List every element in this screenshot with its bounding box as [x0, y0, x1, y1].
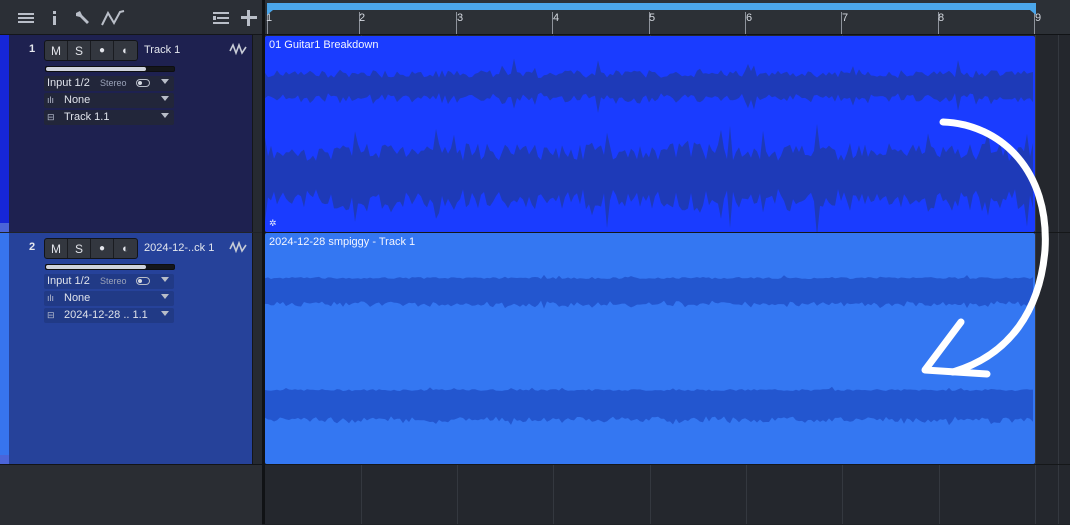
bar-number: 7	[842, 12, 849, 24]
chevron-down-icon[interactable]	[161, 277, 169, 282]
clip-gear-icon[interactable]: ✲	[269, 218, 277, 229]
insert-label: None	[64, 94, 91, 106]
list-icon[interactable]	[17, 9, 35, 27]
input-label: Input 1/2	[47, 77, 90, 89]
track-color-stripe[interactable]	[0, 233, 9, 464]
expand-automation-icon[interactable]	[0, 455, 9, 464]
waveform-band	[265, 58, 1033, 113]
loop-end-marker[interactable]	[1030, 10, 1036, 15]
solo-button[interactable]: S	[68, 239, 91, 258]
monitor-button[interactable]: ◐	[114, 239, 137, 258]
input-label: Input 1/2	[47, 275, 90, 287]
clip-title: 2024-12-28 smpiggy - Track 1	[269, 236, 416, 248]
empty-track-area[interactable]	[0, 464, 262, 525]
bar-number: 2	[359, 12, 366, 24]
expand-automation-icon[interactable]	[0, 223, 9, 232]
track-button-group: M S ● ◐	[44, 238, 138, 259]
volume-fader[interactable]	[45, 264, 175, 270]
insert-icon: ılı	[47, 293, 55, 303]
track-toolbar	[0, 0, 262, 35]
chevron-down-icon[interactable]	[161, 113, 169, 118]
bar-number: 4	[553, 12, 560, 24]
chevron-down-icon[interactable]	[161, 294, 169, 299]
record-arm-button[interactable]: ●	[91, 41, 114, 60]
bar-number: 6	[746, 12, 753, 24]
stereo-toggle[interactable]	[136, 79, 150, 87]
track-name[interactable]: Track 1	[144, 44, 180, 56]
waveform-band	[265, 386, 1033, 426]
track-header-1[interactable]: 1 M S ● ◐ Track 1 Input 1/2 Stereo ılı N…	[0, 35, 262, 232]
chevron-down-icon[interactable]	[161, 96, 169, 101]
track-number: 2	[29, 241, 36, 253]
stereo-label: Stereo	[100, 78, 127, 88]
insert-icon: ılı	[47, 95, 55, 105]
automation-icon[interactable]	[100, 9, 126, 27]
clip-title: 01 Guitar1 Breakdown	[269, 39, 379, 51]
track-color-stripe[interactable]	[0, 35, 9, 232]
waveform-icon[interactable]	[229, 43, 247, 55]
waveform-icon[interactable]	[229, 241, 247, 253]
output-select[interactable]: ⊟ Track 1.1	[44, 110, 174, 125]
monitor-button[interactable]: ◐	[114, 41, 137, 60]
solo-button[interactable]: S	[68, 41, 91, 60]
track-button-group: M S ● ◐	[44, 40, 138, 61]
track-controls: 1 M S ● ◐ Track 1 Input 1/2 Stereo ılı N…	[20, 35, 253, 232]
add-icon[interactable]	[240, 9, 258, 27]
insert-select[interactable]: ılı None	[44, 93, 174, 108]
lane-separator	[265, 464, 1070, 465]
mute-button[interactable]: M	[45, 41, 68, 60]
track-list-icon[interactable]	[212, 9, 230, 27]
track-header-2[interactable]: 2 M S ● ◐ 2024-12-..ck 1 Input 1/2 Stere…	[0, 233, 262, 464]
input-select[interactable]: Input 1/2 Stereo	[44, 76, 174, 91]
volume-fader-fill	[46, 265, 146, 269]
bar-number: 3	[457, 12, 464, 24]
wrench-icon[interactable]	[73, 9, 91, 27]
chevron-down-icon[interactable]	[161, 311, 169, 316]
bar-number: 8	[938, 12, 945, 24]
insert-select[interactable]: ılı None	[44, 291, 174, 306]
track-number: 1	[29, 43, 36, 55]
track-list: 1 M S ● ◐ Track 1 Input 1/2 Stereo ılı N…	[0, 35, 262, 464]
output-label: Track 1.1	[64, 111, 110, 123]
volume-fader-fill	[46, 67, 146, 71]
stereo-label: Stereo	[100, 276, 127, 286]
loop-start-marker[interactable]	[267, 10, 273, 15]
input-select[interactable]: Input 1/2 Stereo	[44, 274, 174, 289]
output-select[interactable]: ⊟ 2024-12-28 .. 1.1	[44, 308, 174, 323]
output-icon: ⊟	[47, 310, 55, 320]
track-name[interactable]: 2024-12-..ck 1	[144, 242, 214, 254]
annotation-arrow	[921, 118, 1049, 378]
volume-fader[interactable]	[45, 66, 175, 72]
output-icon: ⊟	[47, 112, 55, 122]
track-resize-strip[interactable]	[252, 233, 262, 464]
mute-button[interactable]: M	[45, 239, 68, 258]
loop-range-bar[interactable]	[267, 3, 1036, 10]
arrange-view[interactable]: 01 Guitar1 Breakdown ✲ 2024-12-28 smpigg…	[265, 35, 1070, 524]
record-arm-button[interactable]: ●	[91, 239, 114, 258]
chevron-down-icon[interactable]	[161, 79, 169, 84]
stereo-toggle[interactable]	[136, 277, 150, 285]
output-label: 2024-12-28 .. 1.1	[64, 309, 148, 321]
info-icon[interactable]	[46, 9, 64, 27]
track-controls: 2 M S ● ◐ 2024-12-..ck 1 Input 1/2 Stere…	[20, 233, 253, 464]
insert-label: None	[64, 292, 91, 304]
track-resize-strip[interactable]	[252, 35, 262, 232]
bar-number: 5	[649, 12, 656, 24]
